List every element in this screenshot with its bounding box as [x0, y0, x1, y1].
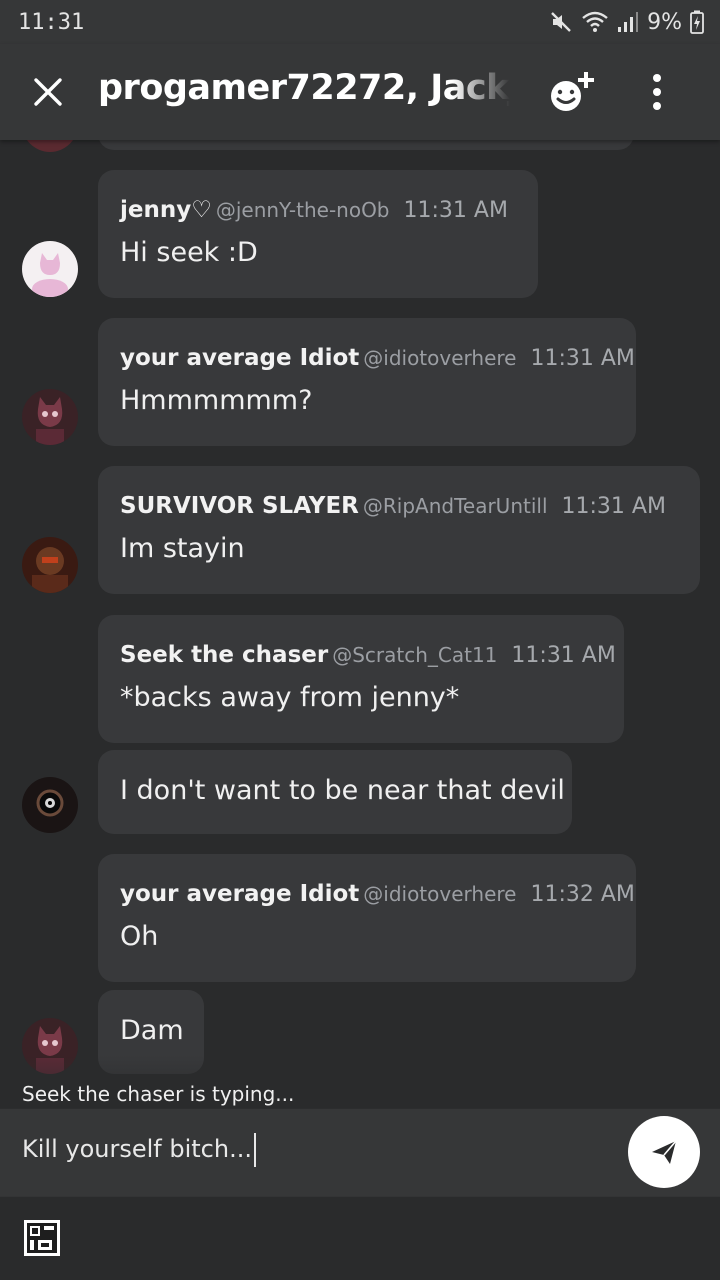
status-icons: 9%: [549, 10, 704, 35]
message-bubble-partial: [98, 140, 634, 150]
wifi-icon: [582, 11, 608, 32]
message-text: Oh: [120, 921, 159, 952]
message-bubble[interactable]: jenny♡ @jennY-the-noOb 11:31 AM Hi seek :D: [98, 170, 538, 298]
message-text: I don't want to be near that devil: [120, 775, 565, 806]
message-handle: @RipAndTearUntill: [362, 494, 548, 518]
more-vertical-icon[interactable]: [640, 72, 674, 112]
message-text: *backs away from jenny*: [120, 682, 460, 713]
send-button[interactable]: [628, 1116, 700, 1188]
typing-indicator: Seek the chaser is typing...: [22, 1082, 295, 1106]
message-username[interactable]: jenny♡: [120, 197, 212, 223]
message-time: 11:32 AM: [530, 882, 635, 907]
status-bar: 11:31 9%: [0, 0, 720, 44]
message-time: 11:31 AM: [561, 494, 666, 519]
message-meta: your average Idiot @idiotoverhere 11:32 AM: [120, 880, 635, 909]
qr-code-icon[interactable]: [24, 1220, 60, 1256]
close-icon[interactable]: [30, 74, 66, 110]
message-list[interactable]: jenny♡ @jennY-the-noOb 11:31 AM Hi seek :D…: [0, 140, 720, 1108]
avatar[interactable]: [22, 537, 78, 593]
message-time: 11:31 AM: [511, 643, 616, 668]
message-handle: @idiotoverhere: [363, 882, 517, 906]
battery-charging-icon: [690, 10, 704, 34]
message-username[interactable]: your average Idiot: [120, 881, 359, 907]
message-time: 11:31 AM: [530, 346, 635, 371]
message-input-value: Kill yourself bitch...: [22, 1135, 252, 1163]
message-bubble[interactable]: your average Idiot @idiotoverhere 11:31 AM…: [98, 318, 636, 446]
message-bubble[interactable]: your average Idiot @idiotoverhere 11:32 AM…: [98, 854, 636, 982]
bottom-toolbar: [0, 1196, 720, 1280]
add-member-icon[interactable]: [548, 70, 598, 114]
message-username[interactable]: SURVIVOR SLAYER: [120, 493, 359, 519]
chat-title: progamer72272, JackJo: [98, 68, 510, 108]
text-caret: [253, 1133, 256, 1167]
message-time: 11:31 AM: [403, 198, 508, 223]
message-meta: SURVIVOR SLAYER @RipAndTearUntill 11:31 AM: [120, 492, 666, 521]
message-handle: @idiotoverhere: [363, 346, 517, 370]
avatar[interactable]: [22, 389, 78, 445]
message-input[interactable]: Kill yourself bitch...: [22, 1133, 256, 1167]
message-text: Hi seek :D: [120, 237, 258, 268]
message-handle: @jennY-the-noOb: [215, 198, 390, 222]
message-username[interactable]: your average Idiot: [120, 345, 359, 371]
avatar: [22, 140, 78, 152]
message-bubble[interactable]: I don't want to be near that devil: [98, 750, 572, 834]
message-meta: jenny♡ @jennY-the-noOb 11:31 AM: [120, 196, 508, 225]
message-text: Hmmmmmm?: [120, 385, 313, 416]
avatar[interactable]: [22, 241, 78, 297]
message-meta: your average Idiot @idiotoverhere 11:31 AM: [120, 344, 635, 373]
chat-header: progamer72272, JackJo: [0, 44, 720, 140]
message-composer: Kill yourself bitch...: [0, 1108, 720, 1196]
message-username[interactable]: Seek the chaser: [120, 642, 328, 668]
avatar[interactable]: [22, 777, 78, 833]
status-time: 11:31: [18, 9, 85, 35]
send-icon: [652, 1140, 677, 1164]
message-handle: @Scratch_Cat11: [332, 643, 498, 667]
message-bubble[interactable]: SURVIVOR SLAYER @RipAndTearUntill 11:31 AM…: [98, 466, 700, 594]
mute-icon: [551, 12, 571, 32]
signal-icon: [618, 12, 639, 32]
message-text: Im stayin: [120, 533, 245, 564]
message-bubble[interactable]: Seek the chaser @Scratch_Cat11 11:31 AM *b…: [98, 615, 624, 743]
battery-percent: 9%: [647, 9, 682, 35]
message-meta: Seek the chaser @Scratch_Cat11 11:31 AM: [120, 641, 616, 670]
message-text: Dam: [120, 1015, 184, 1046]
